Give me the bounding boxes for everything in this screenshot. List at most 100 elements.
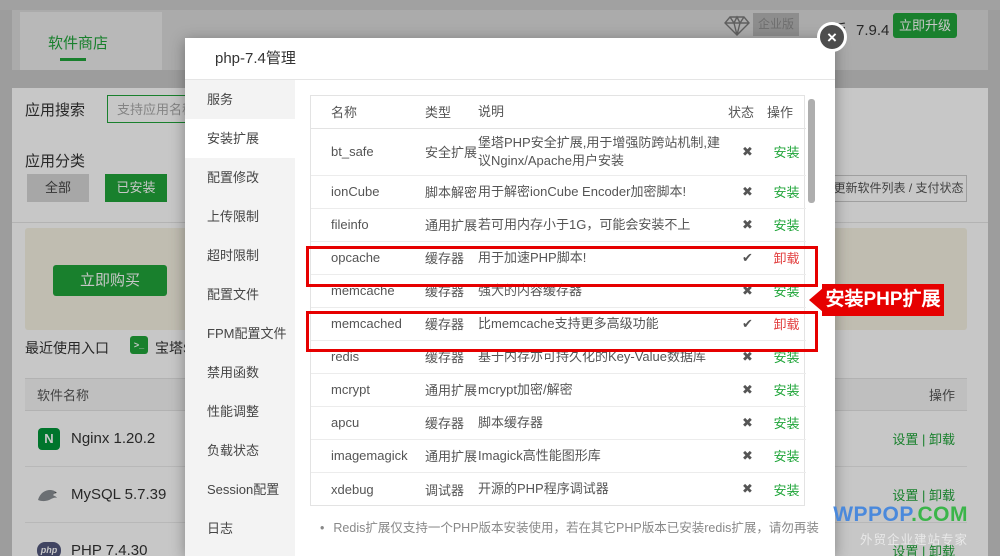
header-action: 操作 xyxy=(767,96,806,128)
ext-status-icon: ✖ xyxy=(728,472,767,505)
ext-type: 安全扩展 xyxy=(425,128,478,175)
extension-row-memcached: memcached缓存器比memcache支持更多高级功能✔ 卸载 xyxy=(311,307,806,340)
extension-table: 名称 类型 说明 状态 操作 bt_safe安全扩展堡塔PHP安全扩展,用于增强… xyxy=(310,95,805,506)
install-link[interactable]: 安装 xyxy=(773,185,799,200)
ext-name: redis xyxy=(311,340,425,373)
ext-name: fileinfo xyxy=(311,208,425,241)
scrollbar-thumb[interactable] xyxy=(808,99,815,203)
ext-desc: 用于解密ionCube Encoder加密脚本! xyxy=(478,175,728,208)
ext-status-icon: ✖ xyxy=(728,208,767,241)
ext-name: apcu xyxy=(311,406,425,439)
ext-status-icon: ✔ xyxy=(728,307,767,340)
note-text: Redis扩展仅支持一个PHP版本安装使用，若在其它PHP版本已安装redis扩… xyxy=(333,521,818,535)
ext-action-cell: 安装 xyxy=(767,373,806,406)
header-status: 状态 xyxy=(728,96,767,128)
extension-row-bt_safe: bt_safe安全扩展堡塔PHP安全扩展,用于增强防跨站机制,建议Nginx/A… xyxy=(311,128,806,175)
ext-action-cell: 卸载 xyxy=(767,241,806,274)
sidebar-item-11[interactable]: 日志 xyxy=(185,509,295,548)
ext-desc: 堡塔PHP安全扩展,用于增强防跨站机制,建议Nginx/Apache用户安装 xyxy=(478,128,728,175)
extension-row-apcu: apcu缓存器脚本缓存器✖ 安装 xyxy=(311,406,806,439)
header-desc: 说明 xyxy=(478,96,728,128)
ext-desc: 脚本缓存器 xyxy=(478,406,728,439)
modal-sidebar: 服务安装扩展配置修改上传限制超时限制配置文件FPM配置文件禁用函数性能调整负载状… xyxy=(185,80,295,556)
install-link[interactable]: 安装 xyxy=(773,416,799,431)
ext-action-cell: 安装 xyxy=(767,472,806,505)
ext-action-cell: 安装 xyxy=(767,208,806,241)
extension-row-redis: redis缓存器基于内存亦可持久化的Key-Value数据库✖安装 xyxy=(311,340,806,373)
install-link[interactable]: 安装 xyxy=(773,284,799,299)
uninstall-link[interactable]: 卸载 xyxy=(773,317,799,332)
ext-action-cell: 安装 xyxy=(767,274,806,307)
ext-status-icon: ✖ xyxy=(728,128,767,175)
ext-type: 缓存器 xyxy=(425,274,478,307)
sidebar-item-2[interactable]: 配置修改 xyxy=(185,158,295,197)
uninstall-link[interactable]: 卸载 xyxy=(773,251,799,266)
ext-desc: 用于加速PHP脚本! xyxy=(478,241,728,274)
ext-status-icon: ✖ xyxy=(728,175,767,208)
ext-type: 脚本解密 xyxy=(425,175,478,208)
ext-status-icon: ✖ xyxy=(728,274,767,307)
ext-type: 通用扩展 xyxy=(425,373,478,406)
ext-type: 缓存器 xyxy=(425,241,478,274)
ext-name: imagemagick xyxy=(311,439,425,472)
ext-status-icon: ✖ xyxy=(728,406,767,439)
ext-desc: 强大的内容缓存器 xyxy=(478,274,728,307)
sidebar-item-7[interactable]: 禁用函数 xyxy=(185,353,295,392)
ext-desc: 若可用内存小于1G，可能会安装不上 xyxy=(478,208,728,241)
ext-action-cell: 安装 xyxy=(767,439,806,472)
sidebar-item-5[interactable]: 配置文件 xyxy=(185,275,295,314)
header-name: 名称 xyxy=(311,96,425,128)
ext-type: 调试器 xyxy=(425,472,478,505)
ext-status-icon: ✖ xyxy=(728,439,767,472)
sidebar-item-3[interactable]: 上传限制 xyxy=(185,197,295,236)
install-link[interactable]: 安装 xyxy=(773,449,799,464)
sidebar-item-6[interactable]: FPM配置文件 xyxy=(185,314,295,353)
extension-row-memcache: memcache缓存器强大的内容缓存器✖ 安装 xyxy=(311,274,806,307)
extension-row-mcrypt: mcrypt通用扩展mcrypt加密/解密✖ 安装 xyxy=(311,373,806,406)
ext-action-cell: 安装 xyxy=(767,128,806,175)
sidebar-item-0[interactable]: 服务 xyxy=(185,80,295,119)
install-link[interactable]: 安装 xyxy=(773,383,799,398)
extension-row-xdebug: xdebug调试器开源的PHP程序调试器✖ 安装 xyxy=(311,472,806,505)
ext-status-icon: ✖ xyxy=(728,373,767,406)
sidebar-item-10[interactable]: Session配置 xyxy=(185,470,295,509)
ext-type: 缓存器 xyxy=(425,340,478,373)
ext-type: 缓存器 xyxy=(425,406,478,439)
ext-name: xdebug xyxy=(311,472,425,505)
ext-status-icon: ✔ xyxy=(728,241,767,274)
extension-row-fileinfo: fileinfo通用扩展若可用内存小于1G，可能会安装不上✖ 安装 xyxy=(311,208,806,241)
install-link[interactable]: 安装 xyxy=(773,145,799,160)
ext-desc: Imagick高性能图形库 xyxy=(478,439,728,472)
ext-action-cell: 安装 xyxy=(767,175,806,208)
ext-name: mcrypt xyxy=(311,373,425,406)
sidebar-item-9[interactable]: 负载状态 xyxy=(185,431,295,470)
close-icon[interactable]: × xyxy=(817,22,847,52)
modal-content: 名称 类型 说明 状态 操作 bt_safe安全扩展堡塔PHP安全扩展,用于增强… xyxy=(295,80,835,556)
ext-status-icon: ✖ xyxy=(728,340,767,373)
ext-name: memcache xyxy=(311,274,425,307)
ext-type: 通用扩展 xyxy=(425,439,478,472)
ext-name: ionCube xyxy=(311,175,425,208)
ext-desc: mcrypt加密/解密 xyxy=(478,373,728,406)
install-link[interactable]: 安装 xyxy=(773,483,799,498)
install-link[interactable]: 安装 xyxy=(773,218,799,233)
ext-desc: 比memcache支持更多高级功能 xyxy=(478,307,728,340)
ext-type: 通用扩展 xyxy=(425,208,478,241)
sidebar-item-4[interactable]: 超时限制 xyxy=(185,236,295,275)
header-type: 类型 xyxy=(425,96,478,128)
sidebar-item-1[interactable]: 安装扩展 xyxy=(185,119,295,158)
redis-note: •Redis扩展仅支持一个PHP版本安装使用，若在其它PHP版本已安装redis… xyxy=(320,517,835,536)
extension-row-opcache: opcache缓存器用于加速PHP脚本!✔ 卸载 xyxy=(311,241,806,274)
ext-name: opcache xyxy=(311,241,425,274)
install-link[interactable]: 安装 xyxy=(773,350,799,365)
ext-action-cell: 安装 xyxy=(767,340,806,373)
php74-manage-modal: × php-7.4管理 服务安装扩展配置修改上传限制超时限制配置文件FPM配置文… xyxy=(185,38,835,556)
sidebar-item-8[interactable]: 性能调整 xyxy=(185,392,295,431)
ext-name: bt_safe xyxy=(311,128,425,175)
ext-action-cell: 安装 xyxy=(767,406,806,439)
modal-title: php-7.4管理 xyxy=(185,38,835,80)
ext-name: memcached xyxy=(311,307,425,340)
ext-action-cell: 卸载 xyxy=(767,307,806,340)
ext-type: 缓存器 xyxy=(425,307,478,340)
ext-desc: 开源的PHP程序调试器 xyxy=(478,472,728,505)
